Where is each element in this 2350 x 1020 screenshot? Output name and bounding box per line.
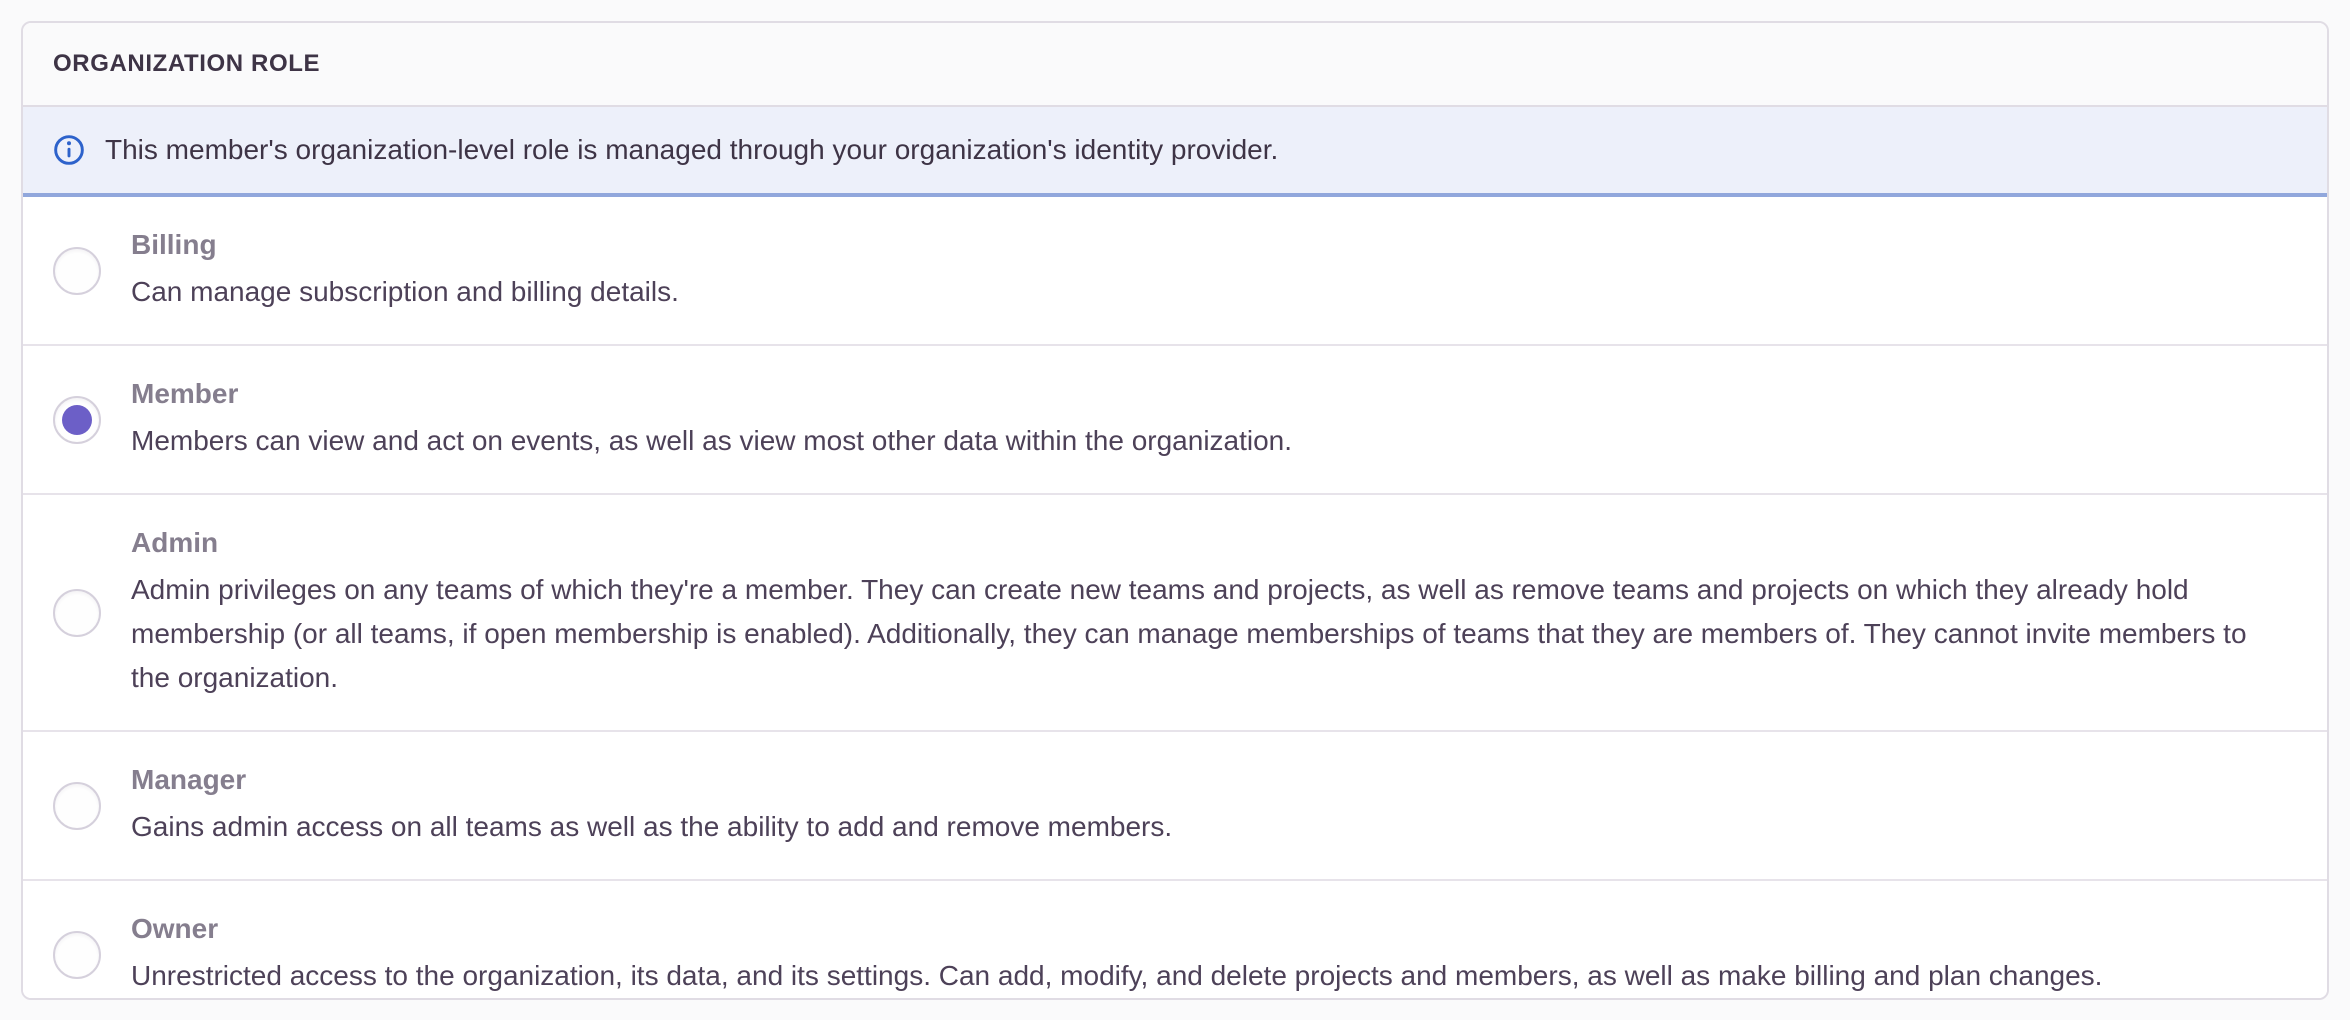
panel-header: ORGANIZATION ROLE bbox=[23, 23, 2327, 107]
role-description-billing: Can manage subscription and billing deta… bbox=[131, 270, 2267, 314]
banner-text: This member's organization-level role is… bbox=[105, 134, 1278, 166]
role-text: Billing Can manage subscription and bill… bbox=[131, 227, 2297, 314]
role-text: Admin Admin privileges on any teams of w… bbox=[131, 525, 2297, 700]
role-description-owner: Unrestricted access to the organization,… bbox=[131, 954, 2267, 998]
role-options-list: Billing Can manage subscription and bill… bbox=[23, 197, 2327, 1000]
radio-member[interactable] bbox=[53, 396, 101, 444]
panel-title: ORGANIZATION ROLE bbox=[53, 50, 320, 78]
role-text: Member Members can view and act on event… bbox=[131, 376, 2297, 463]
role-label-admin: Admin bbox=[131, 525, 2267, 561]
role-label-owner: Owner bbox=[131, 911, 2267, 947]
idp-managed-banner: This member's organization-level role is… bbox=[23, 107, 2327, 197]
role-label-manager: Manager bbox=[131, 762, 2267, 798]
role-option-billing[interactable]: Billing Can manage subscription and bill… bbox=[23, 197, 2327, 344]
role-text: Owner Unrestricted access to the organiz… bbox=[131, 911, 2297, 998]
role-option-admin[interactable]: Admin Admin privileges on any teams of w… bbox=[23, 493, 2327, 730]
organization-role-panel: ORGANIZATION ROLE This member's organiza… bbox=[21, 21, 2329, 1000]
role-label-member: Member bbox=[131, 376, 2267, 412]
role-option-manager[interactable]: Manager Gains admin access on all teams … bbox=[23, 730, 2327, 879]
role-label-billing: Billing bbox=[131, 227, 2267, 263]
radio-admin[interactable] bbox=[53, 589, 101, 637]
role-description-admin: Admin privileges on any teams of which t… bbox=[131, 568, 2267, 700]
role-option-owner[interactable]: Owner Unrestricted access to the organiz… bbox=[23, 879, 2327, 1000]
role-text: Manager Gains admin access on all teams … bbox=[131, 762, 2297, 849]
role-description-member: Members can view and act on events, as w… bbox=[131, 419, 2267, 463]
radio-billing[interactable] bbox=[53, 247, 101, 295]
role-description-manager: Gains admin access on all teams as well … bbox=[131, 805, 2267, 849]
role-option-member[interactable]: Member Members can view and act on event… bbox=[23, 344, 2327, 493]
radio-owner[interactable] bbox=[53, 931, 101, 979]
info-icon bbox=[53, 134, 85, 166]
radio-manager[interactable] bbox=[53, 782, 101, 830]
